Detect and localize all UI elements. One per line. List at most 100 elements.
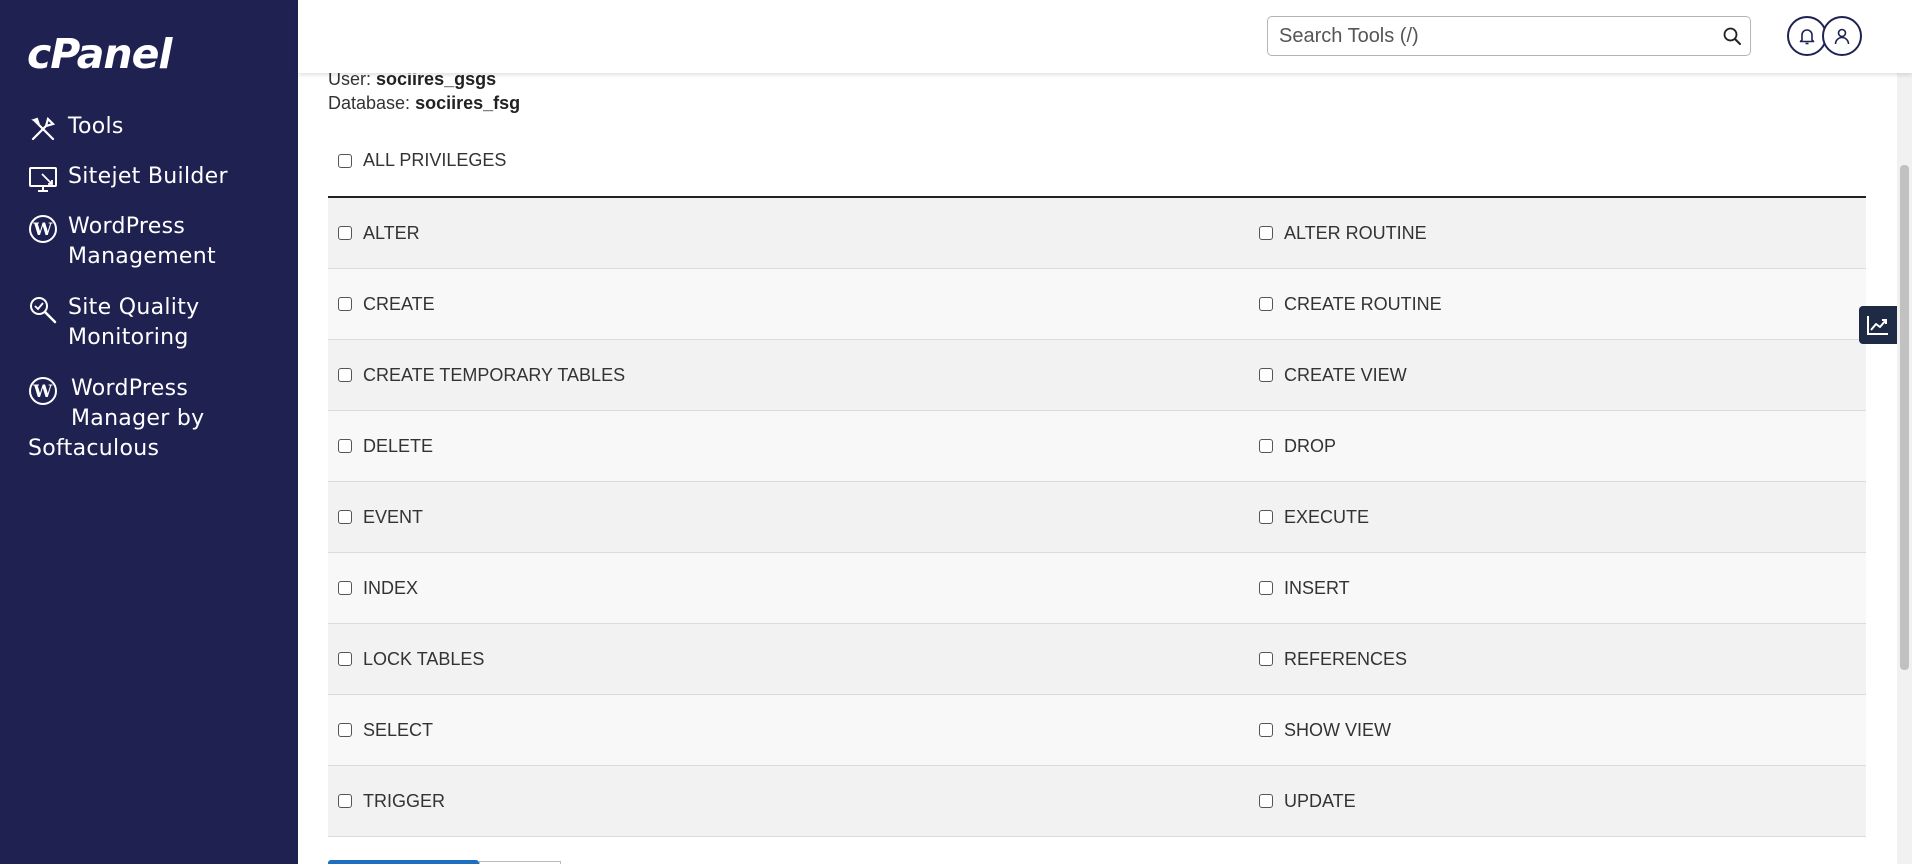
privilege-checkbox[interactable] — [1259, 794, 1273, 808]
privileges-table: ALTER ALTER ROUTINE CREATE CREATE ROUTIN… — [328, 198, 1866, 837]
privilege-label: EXECUTE — [1284, 506, 1370, 527]
sidebar-item-wordpress-management[interactable]: W WordPress Management — [0, 212, 298, 272]
privilege-checkbox[interactable] — [338, 297, 352, 311]
make-changes-button[interactable] — [328, 860, 479, 864]
notifications-button[interactable] — [1787, 16, 1827, 56]
privilege-meta: User: sociires_gsgs Database: sociires_f… — [328, 67, 520, 115]
privilege-checkbox[interactable] — [1259, 297, 1273, 311]
table-row: SELECT SHOW VIEW — [328, 695, 1866, 766]
table-row: TRIGGER UPDATE — [328, 766, 1866, 837]
privilege-label: CREATE VIEW — [1284, 364, 1407, 385]
all-privileges-option[interactable]: ALL PRIVILEGES — [338, 150, 506, 171]
privilege-create[interactable]: CREATE — [328, 269, 1249, 339]
sidebar-item-site-quality-monitoring[interactable]: Site Quality Monitoring — [0, 293, 298, 353]
sidebar-item-label: Sitejet Builder — [68, 164, 228, 189]
privilege-show-view[interactable]: SHOW VIEW — [1249, 695, 1391, 765]
privilege-checkbox[interactable] — [338, 581, 352, 595]
privilege-create-routine[interactable]: CREATE ROUTINE — [1249, 269, 1442, 339]
privilege-checkbox[interactable] — [338, 439, 352, 453]
privilege-label: INDEX — [363, 577, 419, 598]
scrollbar-thumb[interactable] — [1900, 165, 1909, 670]
privilege-drop[interactable]: DROP — [1249, 411, 1336, 481]
privilege-update[interactable]: UPDATE — [1249, 766, 1356, 836]
trend-chart-icon — [1867, 316, 1888, 335]
privilege-index[interactable]: INDEX — [328, 553, 1249, 623]
privilege-label: ALTER — [363, 222, 420, 243]
privilege-create-view[interactable]: CREATE VIEW — [1249, 340, 1407, 410]
privilege-execute[interactable]: EXECUTE — [1249, 482, 1369, 552]
sidebar-item-label: Monitoring — [68, 325, 189, 350]
analytics-tab[interactable] — [1859, 306, 1897, 344]
search-input[interactable] — [1268, 17, 1708, 55]
privilege-checkbox[interactable] — [338, 794, 352, 808]
privilege-checkbox[interactable] — [1259, 368, 1273, 382]
privilege-alter[interactable]: ALTER — [328, 198, 1249, 268]
user-icon — [1834, 28, 1850, 45]
privilege-lock-tables[interactable]: LOCK TABLES — [328, 624, 1249, 694]
privilege-checkbox[interactable] — [1259, 723, 1273, 737]
sidebar-item-label: Management — [68, 244, 216, 269]
privilege-label: INSERT — [1284, 577, 1350, 598]
privilege-label: DROP — [1284, 435, 1337, 456]
privilege-checkbox[interactable] — [1259, 581, 1273, 595]
sidebar-item-label: WordPress — [68, 214, 186, 239]
privilege-checkbox[interactable] — [1259, 439, 1273, 453]
search-icon[interactable] — [1722, 26, 1742, 46]
privilege-label: CREATE TEMPORARY TABLES — [363, 364, 626, 385]
table-row: CREATE CREATE ROUTINE — [328, 269, 1866, 340]
table-row: ALTER ALTER ROUTINE — [328, 198, 1866, 269]
top-bar — [298, 0, 1912, 73]
all-privileges-checkbox[interactable] — [338, 153, 352, 168]
privilege-checkbox[interactable] — [338, 368, 352, 382]
privilege-checkbox[interactable] — [338, 226, 352, 240]
privilege-label: REFERENCES — [1284, 648, 1408, 669]
wordpress-icon: W — [29, 377, 57, 405]
table-row: INDEX INSERT — [328, 553, 1866, 624]
sidebar: cPanel Tools Sitejet Builder W WordPress… — [0, 0, 298, 864]
privilege-alter-routine[interactable]: ALTER ROUTINE — [1249, 198, 1427, 268]
scrollbar[interactable] — [1897, 0, 1912, 864]
sidebar-item-label: Manager by — [71, 406, 205, 431]
privilege-checkbox[interactable] — [1259, 226, 1273, 240]
privilege-event[interactable]: EVENT — [328, 482, 1249, 552]
sidebar-item-label: WordPress — [71, 376, 189, 401]
sidebar-nav: Tools Sitejet Builder W WordPress Manage… — [0, 112, 298, 464]
sidebar-item-wordpress-manager-softaculous[interactable]: W WordPress Manager by Softaculous — [0, 374, 298, 464]
privilege-label: CREATE ROUTINE — [1284, 293, 1442, 314]
privilege-checkbox[interactable] — [1259, 652, 1273, 666]
bell-icon — [1799, 29, 1815, 45]
privilege-label: ALTER ROUTINE — [1284, 222, 1427, 243]
wordpress-icon: W — [29, 215, 57, 243]
privilege-references[interactable]: REFERENCES — [1249, 624, 1407, 694]
database-value: sociires_fsg — [415, 93, 521, 113]
sidebar-item-tools[interactable]: Tools — [0, 112, 298, 142]
sidebar-item-sitejet-builder[interactable]: Sitejet Builder — [0, 162, 298, 192]
sidebar-item-label: Site Quality — [68, 295, 200, 320]
table-row: LOCK TABLES REFERENCES — [328, 624, 1866, 695]
svg-text:W: W — [32, 382, 53, 402]
privilege-delete[interactable]: DELETE — [328, 411, 1249, 481]
sidebar-item-label: Tools — [68, 114, 124, 139]
privilege-label: CREATE — [363, 293, 435, 314]
user-menu-button[interactable] — [1822, 16, 1862, 56]
privilege-label: DELETE — [363, 435, 434, 456]
tools-icon — [31, 116, 56, 141]
all-privileges-label: ALL PRIVILEGES — [363, 150, 507, 170]
privilege-label: SHOW VIEW — [1284, 719, 1391, 740]
privilege-label: LOCK TABLES — [363, 648, 485, 669]
svg-text:W: W — [32, 220, 53, 240]
table-row: CREATE TEMPORARY TABLES CREATE VIEW — [328, 340, 1866, 411]
privilege-insert[interactable]: INSERT — [1249, 553, 1350, 623]
privilege-trigger[interactable]: TRIGGER — [328, 766, 1249, 836]
privilege-checkbox[interactable] — [1259, 510, 1273, 524]
table-row: DELETE DROP — [328, 411, 1866, 482]
sitejet-icon — [29, 167, 57, 192]
database-line: Database: sociires_fsg — [328, 91, 520, 115]
privilege-select[interactable]: SELECT — [328, 695, 1249, 765]
privilege-checkbox[interactable] — [338, 652, 352, 666]
privilege-create-temporary-tables[interactable]: CREATE TEMPORARY TABLES — [328, 340, 1249, 410]
cpanel-logo[interactable]: cPanel — [27, 30, 172, 78]
privilege-checkbox[interactable] — [338, 510, 352, 524]
database-label: Database: — [328, 93, 411, 113]
privilege-checkbox[interactable] — [338, 723, 352, 737]
